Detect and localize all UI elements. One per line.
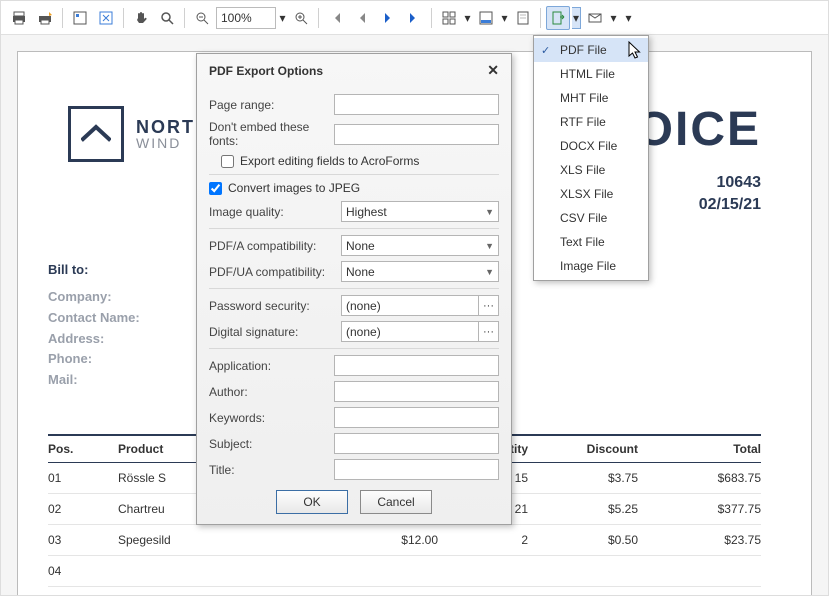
scale-button[interactable] (94, 6, 118, 30)
zoom-dropdown[interactable]: ▾ (278, 7, 287, 29)
convert-jpeg-checkbox[interactable] (209, 182, 222, 195)
next-page-button[interactable] (376, 6, 400, 30)
col-total: Total (638, 442, 761, 456)
application-input[interactable] (334, 355, 499, 376)
zoom-out-button[interactable] (190, 6, 214, 30)
menu-item-text-file[interactable]: Text File (534, 230, 648, 254)
billto-contact-label: Contact Name: (48, 308, 140, 329)
signature-field[interactable]: (none) (341, 321, 479, 342)
menu-item-rtf-file[interactable]: RTF File (534, 110, 648, 134)
keywords-label: Keywords: (209, 411, 326, 425)
magnifier-button[interactable] (155, 6, 179, 30)
invoice-date: 02/15/21 (699, 194, 761, 216)
title-label: Title: (209, 463, 326, 477)
quick-print-button[interactable] (33, 6, 57, 30)
email-dropdown[interactable]: ▾ (609, 7, 618, 29)
billto-heading: Bill to: (48, 262, 140, 277)
image-quality-label: Image quality: (209, 205, 333, 219)
application-label: Application: (209, 359, 326, 373)
pdfa-label: PDF/A compatibility: (209, 239, 333, 253)
col-pos: Pos. (48, 442, 118, 456)
password-browse-button[interactable]: ··· (479, 295, 499, 316)
first-page-button[interactable] (324, 6, 348, 30)
menu-item-csv-file[interactable]: CSV File (534, 206, 648, 230)
menu-item-pdf-file[interactable]: ✓PDF File (534, 38, 648, 62)
pdfua-label: PDF/UA compatibility: (209, 265, 333, 279)
logo-mark (68, 106, 124, 162)
signature-browse-button[interactable]: ··· (479, 321, 499, 342)
cancel-button[interactable]: Cancel (360, 490, 432, 514)
export-acroforms-checkbox[interactable] (221, 155, 234, 168)
multipage-dropdown[interactable]: ▾ (463, 7, 472, 29)
menu-item-docx-file[interactable]: DOCX File (534, 134, 648, 158)
signature-label: Digital signature: (209, 325, 333, 339)
menu-item-html-file[interactable]: HTML File (534, 62, 648, 86)
export-menu: ✓PDF FileHTML FileMHT FileRTF FileDOCX F… (533, 35, 649, 281)
last-page-button[interactable] (402, 6, 426, 30)
ok-button[interactable]: OK (276, 490, 348, 514)
dialog-close-button[interactable]: ✕ (487, 62, 499, 79)
dialog-title: PDF Export Options (209, 64, 323, 78)
dont-embed-label: Don't embed these fonts: (209, 120, 326, 148)
logo: NORTH WIND (68, 106, 210, 162)
menu-item-mht-file[interactable]: MHT File (534, 86, 648, 110)
convert-jpeg-label: Convert images to JPEG (228, 181, 360, 195)
bill-to-block: Bill to: Company: Contact Name: Address:… (48, 262, 140, 391)
overflow-dropdown[interactable]: ▾ (624, 7, 633, 29)
pdfua-select[interactable]: None▼ (341, 261, 499, 282)
table-row: 04 (48, 556, 761, 587)
menu-item-xls-file[interactable]: XLS File (534, 158, 648, 182)
subject-label: Subject: (209, 437, 326, 451)
subject-input[interactable] (334, 433, 499, 454)
export-acroforms-label: Export editing fields to AcroForms (240, 154, 419, 168)
zoom-input[interactable] (216, 7, 276, 29)
print-button[interactable] (7, 6, 31, 30)
title-input[interactable] (334, 459, 499, 480)
email-button[interactable] (583, 6, 607, 30)
pdfa-select[interactable]: None▼ (341, 235, 499, 256)
billto-phone-label: Phone: (48, 349, 140, 370)
watermark-button[interactable] (511, 6, 535, 30)
billto-mail-label: Mail: (48, 370, 140, 391)
author-input[interactable] (334, 381, 499, 402)
color-dropdown[interactable]: ▾ (500, 7, 509, 29)
export-button[interactable] (546, 6, 570, 30)
dont-embed-input[interactable] (334, 124, 499, 145)
prev-page-button[interactable] (350, 6, 374, 30)
keywords-input[interactable] (334, 407, 499, 428)
col-discount: Discount (528, 442, 638, 456)
menu-item-image-file[interactable]: Image File (534, 254, 648, 278)
parameters-button[interactable] (68, 6, 92, 30)
export-dropdown[interactable]: ▾ (572, 7, 581, 29)
page-range-input[interactable] (334, 94, 499, 115)
password-field[interactable]: (none) (341, 295, 479, 316)
page-range-label: Page range: (209, 98, 326, 112)
table-row: 03Spegesild$12.002$0.50$23.75 (48, 525, 761, 556)
pdf-export-dialog: PDF Export Options ✕ Page range: Don't e… (196, 53, 512, 525)
billto-address-label: Address: (48, 329, 140, 350)
billto-company-label: Company: (48, 287, 140, 308)
password-label: Password security: (209, 299, 333, 313)
image-quality-select[interactable]: Highest▼ (341, 201, 499, 222)
color-button[interactable] (474, 6, 498, 30)
multipage-button[interactable] (437, 6, 461, 30)
toolbar: ▾ ▾ ▾ ▾ ▾ ▾ (1, 1, 828, 35)
invoice-number: 10643 (699, 172, 761, 194)
zoom-in-button[interactable] (289, 6, 313, 30)
menu-item-xlsx-file[interactable]: XLSX File (534, 182, 648, 206)
hand-tool-button[interactable] (129, 6, 153, 30)
author-label: Author: (209, 385, 326, 399)
invoice-meta: 10643 02/15/21 (699, 172, 761, 217)
